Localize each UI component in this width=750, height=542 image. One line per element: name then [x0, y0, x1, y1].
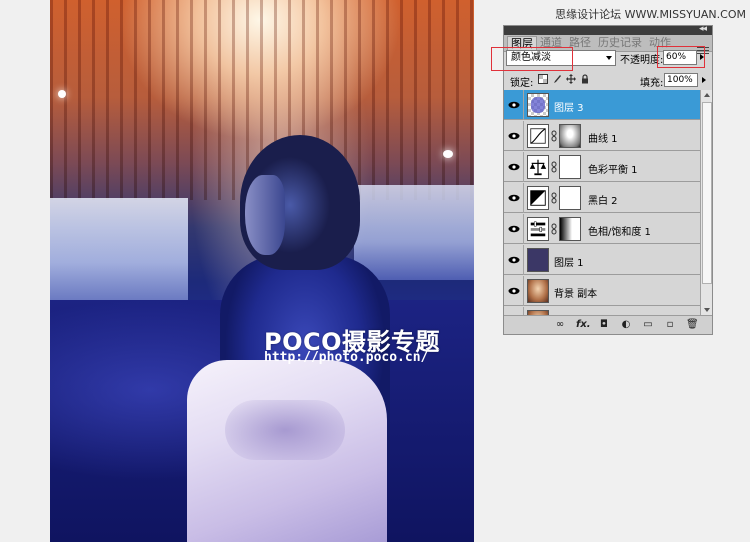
layer-mask-thumbnail[interactable] — [559, 186, 581, 210]
mask-icon[interactable]: ◘ — [598, 319, 610, 331]
collapse-icon[interactable]: ◂◂ — [699, 24, 707, 34]
scroll-up-icon[interactable] — [704, 93, 710, 97]
scroll-down-icon[interactable] — [704, 308, 710, 312]
chain-link-icon[interactable] — [551, 223, 557, 235]
divider — [523, 90, 524, 120]
eye-icon[interactable] — [508, 99, 520, 111]
eye-icon[interactable] — [508, 161, 520, 173]
chain-link-icon[interactable] — [551, 130, 557, 142]
divider — [523, 121, 524, 151]
layer-thumbnail[interactable] — [527, 93, 549, 117]
black-white-adjustment-icon[interactable] — [527, 186, 549, 210]
trash-icon[interactable]: 🗑 — [686, 319, 699, 331]
layer-name[interactable]: 图层 1 — [554, 254, 584, 269]
scroll-thumb[interactable] — [702, 102, 712, 284]
tab-history[interactable]: 历史记录 — [595, 36, 645, 50]
chain-link-icon[interactable] — [551, 161, 557, 173]
divider — [523, 214, 524, 244]
hue-saturation-sliders-icon[interactable] — [527, 217, 549, 241]
divider — [523, 152, 524, 182]
fill-label: 填充: — [640, 78, 664, 89]
layer-name[interactable]: 曲线 1 — [588, 130, 618, 145]
eye-icon[interactable] — [508, 223, 520, 235]
layers-bottom-toolbar: ∞ fx. ◘ ◐ ▭ ▫ 🗑 — [504, 315, 712, 334]
site-watermark: 思缘设计论坛 WWW.MISSYUAN.COM — [555, 8, 746, 21]
divider — [523, 276, 524, 306]
divider — [523, 307, 524, 315]
figure-face — [245, 175, 285, 255]
divider — [523, 183, 524, 213]
fill-slider-arrow-icon[interactable] — [700, 73, 708, 87]
folder-icon[interactable]: ▭ — [642, 319, 654, 331]
light-spot — [443, 150, 453, 158]
layer-name[interactable]: 色彩平衡 1 — [588, 161, 638, 176]
fx-icon[interactable]: fx. — [576, 319, 591, 331]
new-layer-icon[interactable]: ▫ — [664, 319, 676, 331]
lock-all-icon[interactable] — [580, 74, 590, 84]
layer-mask-thumbnail[interactable] — [559, 124, 581, 148]
lock-position-move-icon[interactable] — [566, 74, 576, 84]
highlight-box — [657, 46, 705, 68]
lock-row: 锁定: 填充: 100% — [504, 72, 712, 89]
curves-adjustment-icon[interactable] — [527, 124, 549, 148]
layer-thumbnail[interactable] — [527, 279, 549, 303]
color-balance-scale-icon[interactable] — [527, 155, 549, 179]
layer-name[interactable]: 色相/饱和度 1 — [588, 223, 651, 238]
light-spot — [58, 90, 66, 98]
photo-canvas — [50, 0, 474, 542]
adjustment-icon[interactable]: ◐ — [620, 319, 632, 331]
eye-icon[interactable] — [508, 285, 520, 297]
layer-thumbnail[interactable] — [527, 248, 549, 272]
layer-row-partial[interactable] — [504, 307, 700, 315]
window-right — [354, 185, 474, 280]
chevron-down-icon — [606, 56, 612, 60]
layer-row-layer-3[interactable]: 图层 3 — [504, 90, 700, 120]
layer-name[interactable]: 图层 3 — [554, 99, 584, 114]
fill-input[interactable]: 100% — [664, 73, 698, 87]
lock-transparency-icon[interactable] — [538, 74, 548, 84]
highlight-box — [491, 47, 573, 71]
layer-name[interactable]: 背景 副本 — [554, 285, 597, 300]
layer-row-background-copy[interactable]: 背景 副本 — [504, 276, 700, 306]
chain-link-icon[interactable] — [551, 192, 557, 204]
layer-row-color-balance-1[interactable]: 色彩平衡 1 — [504, 152, 700, 182]
layers-scrollbar[interactable] — [700, 90, 712, 315]
eye-icon[interactable] — [508, 192, 520, 204]
layer-mask-thumbnail[interactable] — [559, 217, 581, 241]
window-left — [50, 198, 188, 306]
shirt-shadow — [225, 400, 345, 460]
link-icon[interactable]: ∞ — [554, 319, 566, 331]
eye-icon[interactable] — [508, 130, 520, 142]
poco-watermark: POCO摄影专题 http://photo.poco.cn/ — [264, 322, 494, 372]
layer-mask-thumbnail[interactable] — [559, 155, 581, 179]
divider — [523, 245, 524, 275]
lock-label: 锁定: — [510, 78, 534, 89]
lock-pixels-brush-icon[interactable] — [552, 74, 562, 84]
panel-titlebar[interactable]: ◂◂ — [504, 24, 712, 35]
layer-row-hue-saturation-1[interactable]: 色相/饱和度 1 — [504, 214, 700, 244]
layer-row-curves-1[interactable]: 曲线 1 — [504, 121, 700, 151]
layer-name[interactable]: 黑白 2 — [588, 192, 618, 207]
watermark-url: http://photo.poco.cn/ — [264, 350, 429, 365]
layer-row-black-white-2[interactable]: 黑白 2 — [504, 183, 700, 213]
eye-icon[interactable] — [508, 254, 520, 266]
layer-list: 图层 3 曲线 1 色彩平衡 1 黑白 2 色相/饱和度 1 图层 1 背景 副… — [504, 90, 700, 315]
layer-row-layer-1[interactable]: 图层 1 — [504, 245, 700, 275]
